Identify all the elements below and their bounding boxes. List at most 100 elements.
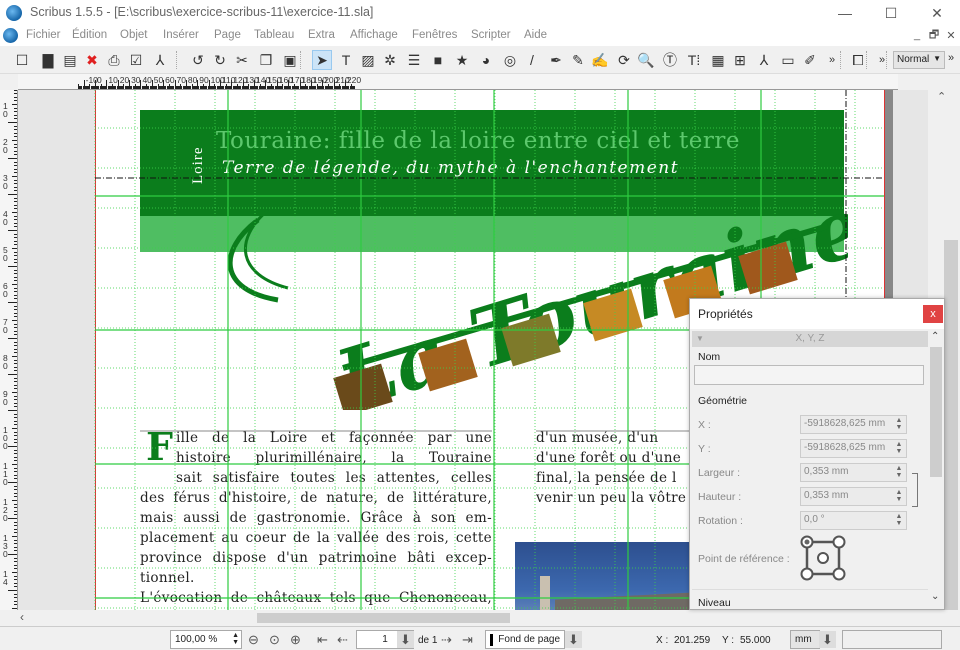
menu-fichier[interactable]: Fichier <box>26 29 61 41</box>
mdi-minimize-button[interactable]: _ <box>910 28 924 42</box>
table-icon[interactable]: ☰ <box>404 50 424 70</box>
first-page-icon[interactable]: ⇤ <box>314 631 331 648</box>
copy-properties-icon[interactable]: ▭ <box>778 50 798 70</box>
preflight-check-icon[interactable]: ☑ <box>126 50 146 70</box>
cut-icon[interactable]: ✂ <box>232 50 252 70</box>
y-field-label: Y : <box>698 443 711 455</box>
preview-icon[interactable]: ⧠ <box>848 50 868 70</box>
unit-select[interactable]: mm <box>790 630 820 649</box>
ruler-tick <box>14 402 17 404</box>
width-input[interactable]: 0,353 mm ▲ ▼ <box>800 463 907 482</box>
zoom-out-icon[interactable]: ⊖ <box>245 631 262 648</box>
menu-scripter[interactable]: Scripter <box>471 29 511 41</box>
text-frame-icon[interactable]: T <box>336 50 356 70</box>
spinner-icon[interactable]: ▲ ▼ <box>893 465 905 480</box>
menu-edition[interactable]: Édition <box>72 29 107 41</box>
vertical-scroll-thumb[interactable] <box>944 240 958 610</box>
spinner-icon[interactable]: ▲ ▼ <box>893 513 905 528</box>
menu-inserer[interactable]: Insérer <box>163 29 199 41</box>
menu-objet[interactable]: Objet <box>120 29 148 41</box>
arc-icon[interactable]: ◕ <box>476 50 496 70</box>
rotation-input[interactable]: 0,0 ° ▲ ▼ <box>800 511 907 530</box>
reference-point-selector[interactable] <box>800 535 846 581</box>
minimize-button[interactable]: — <box>822 0 868 26</box>
spinner-icon[interactable]: ▲ ▼ <box>893 417 905 432</box>
redo-icon[interactable]: ↻ <box>210 50 230 70</box>
polygon-icon[interactable]: ★ <box>452 50 472 70</box>
y-position-input[interactable]: -5918628,625 mm ▲ ▼ <box>800 439 907 458</box>
more-icon-2[interactable]: » <box>872 50 892 70</box>
x-position-input[interactable]: -5918628,625 mm ▲ ▼ <box>800 415 907 434</box>
section-xyz-tab[interactable]: ▼ X, Y, Z <box>692 331 928 347</box>
line-icon[interactable]: / <box>522 50 542 70</box>
unlink-frames-icon[interactable]: ⊞ <box>730 50 750 70</box>
menu-extra[interactable]: Extra <box>308 29 335 41</box>
open-folder-icon[interactable]: ▇ <box>38 50 58 70</box>
freehand-icon[interactable]: ✎ <box>568 50 588 70</box>
zoom-spinner-icon[interactable]: ▲ ▼ <box>232 632 239 646</box>
save-icon[interactable]: ▤ <box>60 50 80 70</box>
page-dropdown-icon[interactable]: ⬇ <box>397 631 414 648</box>
spiral-icon[interactable]: ◎ <box>500 50 520 70</box>
view-mode-select[interactable]: Normal ▼ <box>893 51 945 69</box>
eyedropper-icon[interactable]: ✐ <box>800 50 820 70</box>
zoom-input[interactable]: 100,00 % ▲ ▼ <box>170 630 242 649</box>
properties-scroll-thumb[interactable] <box>930 347 942 477</box>
close-document-icon[interactable]: ✖ <box>82 50 102 70</box>
horizontal-scroll-thumb[interactable] <box>257 613 510 623</box>
new-document-icon[interactable]: ☐ <box>12 50 32 70</box>
export-pdf-icon[interactable]: ⅄ <box>150 50 170 70</box>
copy-icon[interactable]: ❐ <box>256 50 276 70</box>
menu-tableau[interactable]: Tableau <box>254 29 294 41</box>
mdi-restore-button[interactable]: 🗗 <box>927 28 941 42</box>
height-input[interactable]: 0,353 mm ▲ ▼ <box>800 487 907 506</box>
shape-icon[interactable]: ■ <box>428 50 448 70</box>
menu-aide[interactable]: Aide <box>524 29 547 41</box>
previous-page-icon[interactable]: ⇠ <box>334 631 351 648</box>
undo-icon[interactable]: ↺ <box>188 50 208 70</box>
toolbar-more-button[interactable]: » <box>948 52 954 64</box>
scroll-left-icon[interactable]: ‹ <box>20 610 24 624</box>
edit-text-icon[interactable]: Ⓣ <box>660 50 680 70</box>
scroll-up-icon[interactable]: ⌃ <box>937 90 946 103</box>
story-editor-icon[interactable]: T⁞ <box>684 50 704 70</box>
last-page-icon[interactable]: ⇥ <box>459 631 476 648</box>
scroll-down-icon[interactable]: ⌄ <box>931 591 939 602</box>
zoom-100-icon[interactable]: ⊙ <box>266 631 283 648</box>
more-icon[interactable]: » <box>822 50 842 70</box>
link-ratio-icon[interactable] <box>912 473 918 507</box>
unit-dropdown-icon[interactable]: ⬇ <box>819 631 836 648</box>
maximize-button[interactable]: ☐ <box>868 0 914 26</box>
horizontal-ruler[interactable]: -10 0 10 20 30 40 50 60 70 80 90 100 110 120 130 140 150… <box>18 74 898 90</box>
calligraphic-icon[interactable]: ✍ <box>590 50 610 70</box>
print-icon[interactable]: ⎙ <box>104 50 124 70</box>
rotate-icon[interactable]: ⟳ <box>614 50 634 70</box>
properties-close-button[interactable]: x <box>923 305 943 323</box>
render-frame-icon[interactable]: ✲ <box>380 50 400 70</box>
mdi-close-button[interactable]: ✕ <box>944 28 958 42</box>
next-page-icon[interactable]: ⇢ <box>438 631 455 648</box>
x-field-label: X : <box>698 419 711 431</box>
image-frame-icon[interactable]: ▨ <box>358 50 378 70</box>
zoom-in-icon[interactable]: ⊕ <box>287 631 304 648</box>
menu-fenetres[interactable]: Fenêtres <box>412 29 457 41</box>
measure-icon[interactable]: ⅄ <box>754 50 774 70</box>
properties-header[interactable]: Propriétés <box>690 299 944 329</box>
scroll-up-icon[interactable]: ⌃ <box>931 331 939 342</box>
zoom-icon[interactable]: 🔍 <box>636 50 656 70</box>
zoom-value: 100,00 % <box>175 634 218 645</box>
select-arrow-icon[interactable]: ➤ <box>312 50 332 70</box>
menu-affichage[interactable]: Affichage <box>350 29 398 41</box>
link-frames-icon[interactable]: ▦ <box>708 50 728 70</box>
ruler-tick <box>12 500 17 501</box>
name-input[interactable] <box>694 365 924 385</box>
close-window-button[interactable]: ✕ <box>914 0 960 26</box>
menu-page[interactable]: Page <box>214 29 241 41</box>
paste-icon[interactable]: ▣ <box>280 50 300 70</box>
layer-dropdown-icon[interactable]: ⬇ <box>565 631 582 648</box>
layer-select[interactable]: Fond de page <box>485 630 565 649</box>
bezier-icon[interactable]: ✒ <box>546 50 566 70</box>
vertical-ruler[interactable]: 1 0 2 0 3 0 4 0 5 0 6 0 7 0 8 0 9 0 1 0 0 1 1 0 1 2… <box>0 90 18 610</box>
spinner-icon[interactable]: ▲ ▼ <box>893 489 905 504</box>
spinner-icon[interactable]: ▲ ▼ <box>893 441 905 456</box>
